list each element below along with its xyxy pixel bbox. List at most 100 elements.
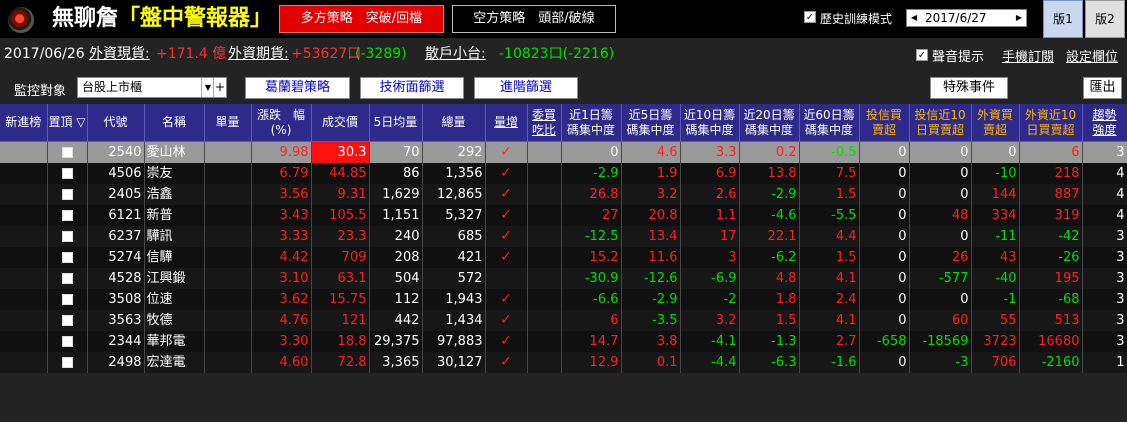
table-row[interactable]: 2405 浩鑫 3.56 9.31 1,629 12,865 ✓ 26.8 3.2 2.6 -2.9… [0, 184, 1127, 205]
pin-cell[interactable] [47, 184, 88, 205]
column-header[interactable]: 單量 [204, 104, 252, 142]
column-header[interactable]: 近60日籌 碼集中度 [799, 104, 860, 142]
version1-button[interactable]: 版1 [1043, 0, 1083, 38]
stock-name[interactable]: 宏達電 [144, 352, 205, 373]
pin-cell[interactable] [47, 141, 88, 163]
cell-fi10: 6 [1019, 141, 1083, 163]
special-events-button[interactable]: 特殊事件 [930, 77, 1008, 99]
advanced-filter-button[interactable]: 進階篩選 [474, 77, 578, 99]
table-row[interactable]: 2344 華邦電 3.30 18.8 29,375 97,883 ✓ 14.7 3.8 -4.1-… [0, 331, 1127, 352]
foreign-futures-label[interactable]: 外資期貨: [228, 45, 289, 63]
stock-code[interactable]: 4528 [87, 268, 145, 289]
stock-name[interactable]: 愛山林 [144, 141, 205, 163]
market-select[interactable]: 台股上市櫃 ▼ + [77, 77, 227, 98]
pin-checkbox[interactable] [61, 147, 73, 158]
long-strategy-button[interactable]: 多方策略 突破/回檔 [279, 5, 444, 33]
column-header[interactable]: 5日均量 [369, 104, 423, 142]
stock-code[interactable]: 3563 [87, 310, 145, 331]
column-header[interactable]: 近5日籌 碼集中度 [621, 104, 681, 142]
retail-mini-label[interactable]: 散戶小台: [425, 45, 486, 63]
stock-name[interactable]: 華邦電 [144, 331, 205, 352]
stock-code[interactable]: 2498 [87, 352, 145, 373]
export-button[interactable]: 匯出 [1083, 77, 1122, 99]
column-header[interactable]: 外資近10 日買賣超 [1019, 104, 1083, 142]
column-header[interactable]: 漲跌 幅 (%) [251, 104, 312, 142]
table-row[interactable]: 4506 崇友 6.79 44.85 86 1,356 ✓ -2.9 1.9 6.9 13.8 7.5… [0, 163, 1127, 184]
column-header[interactable]: 新進榜 [0, 104, 48, 142]
date-prev-icon[interactable]: ◀ [908, 10, 920, 26]
column-header[interactable]: 外資買 賣超 [971, 104, 1020, 142]
pin-cell[interactable] [47, 247, 88, 268]
pin-cell[interactable] [47, 331, 88, 352]
stock-code[interactable]: 3508 [87, 289, 145, 310]
pin-checkbox[interactable] [61, 231, 73, 242]
table-row[interactable]: 5274 信驊 4.42 709 208 421 ✓ 15.2 11.6 3 -6.2 1.5 0 26 4… [0, 247, 1127, 268]
pin-checkbox[interactable] [61, 357, 73, 368]
column-header[interactable]: 近20日籌 碼集中度 [739, 104, 800, 142]
granville-strategy-button[interactable]: 葛蘭碧策略 [245, 77, 350, 99]
column-header[interactable]: 近1日籌 碼集中度 [561, 104, 622, 142]
stock-code[interactable]: 2540 [87, 141, 145, 163]
pin-cell[interactable] [47, 268, 88, 289]
cell-it: 0 [859, 205, 910, 226]
pin-checkbox[interactable] [61, 294, 73, 305]
pin-cell[interactable] [47, 226, 88, 247]
column-header[interactable]: 總量 [422, 104, 486, 142]
pin-checkbox[interactable] [61, 252, 73, 263]
stock-name[interactable]: 新普 [144, 205, 205, 226]
pin-cell[interactable] [47, 310, 88, 331]
stock-name[interactable]: 浩鑫 [144, 184, 205, 205]
table-row[interactable]: 3563 牧德 4.76 121 442 1,434 ✓ 6 -3.5 3.2 1.5 4.1 0 60 5… [0, 310, 1127, 331]
column-header[interactable]: 趨勢 強度 [1082, 104, 1127, 142]
column-header[interactable]: 投信近10 日買賣超 [909, 104, 972, 142]
stock-name[interactable]: 牧德 [144, 310, 205, 331]
column-header[interactable]: 成交價 [311, 104, 370, 142]
pin-checkbox[interactable] [61, 168, 73, 179]
pin-checkbox[interactable] [61, 189, 73, 200]
table-row[interactable]: 4528 江興鍛 3.10 63.1 504 572 -30.9 -12.6 -6.9 4.8 4.… [0, 268, 1127, 289]
pin-checkbox[interactable] [61, 315, 73, 326]
stock-name[interactable]: 信驊 [144, 247, 205, 268]
stock-code[interactable]: 6237 [87, 226, 145, 247]
stock-code[interactable]: 5274 [87, 247, 145, 268]
column-header[interactable]: 名稱 [144, 104, 205, 142]
short-strategy-button[interactable]: 空方策略 頭部/破線 [452, 5, 616, 33]
pin-checkbox[interactable] [61, 336, 73, 347]
stock-name[interactable]: 崇友 [144, 163, 205, 184]
add-market-button[interactable]: + [213, 78, 226, 97]
pin-cell[interactable] [47, 289, 88, 310]
stock-code[interactable]: 2344 [87, 331, 145, 352]
table-row[interactable]: 2540 愛山林 9.98 30.3 70 292 ✓ 0 4.6 3.3 0.2 -0.5 0 0 0 6 3 [0, 141, 1127, 163]
pin-cell[interactable] [47, 163, 88, 184]
table-row[interactable]: 6237 驊訊 3.33 23.3 240 685 ✓ -12.5 13.4 17 22.1 4.4 0… [0, 226, 1127, 247]
stock-code[interactable]: 6121 [87, 205, 145, 226]
pin-cell[interactable] [47, 352, 88, 373]
column-settings-link[interactable]: 設定欄位 [1066, 46, 1118, 65]
column-header[interactable]: 近10日籌 碼集中度 [680, 104, 740, 142]
cell-fi10: -26 [1019, 247, 1083, 268]
foreign-spot-label[interactable]: 外資現貨: [89, 45, 150, 63]
column-header[interactable]: 量增 [485, 104, 528, 142]
column-header[interactable]: 置頂 ▽ [47, 104, 88, 142]
sound-alert-checkbox[interactable]: ✓ [916, 49, 928, 61]
date-next-icon[interactable]: ▶ [1013, 10, 1025, 26]
column-header[interactable]: 投信買 賣超 [859, 104, 910, 142]
version2-button[interactable]: 版2 [1085, 0, 1125, 38]
stock-name[interactable]: 位速 [144, 289, 205, 310]
column-header[interactable]: 委買 吃比 [527, 104, 562, 142]
pin-checkbox[interactable] [61, 210, 73, 221]
stock-code[interactable]: 4506 [87, 163, 145, 184]
technical-filter-button[interactable]: 技術面篩選 [360, 77, 464, 99]
mobile-subscribe-link[interactable]: 手機訂閱 [1002, 46, 1054, 65]
column-header[interactable]: 代號 [87, 104, 145, 142]
pin-cell[interactable] [47, 205, 88, 226]
stock-name[interactable]: 驊訊 [144, 226, 205, 247]
stock-name[interactable]: 江興鍛 [144, 268, 205, 289]
date-picker[interactable]: ◀ 2017/6/27 ▶ [906, 9, 1027, 27]
table-row[interactable]: 3508 位速 3.62 15.75 112 1,943 ✓ -6.6 -2.9 -2 1.8 2.4… [0, 289, 1127, 310]
table-row[interactable]: 2498 宏達電 4.60 72.8 3,365 30,127 ✓ 12.9 0.1 -4.4 -6… [0, 352, 1127, 373]
pin-checkbox[interactable] [61, 273, 73, 284]
table-row[interactable]: 6121 新普 3.43 105.5 1,151 5,327 ✓ 27 20.8 1.1 -4.6-… [0, 205, 1127, 226]
history-mode-checkbox[interactable]: ✓ [804, 11, 816, 23]
stock-code[interactable]: 2405 [87, 184, 145, 205]
